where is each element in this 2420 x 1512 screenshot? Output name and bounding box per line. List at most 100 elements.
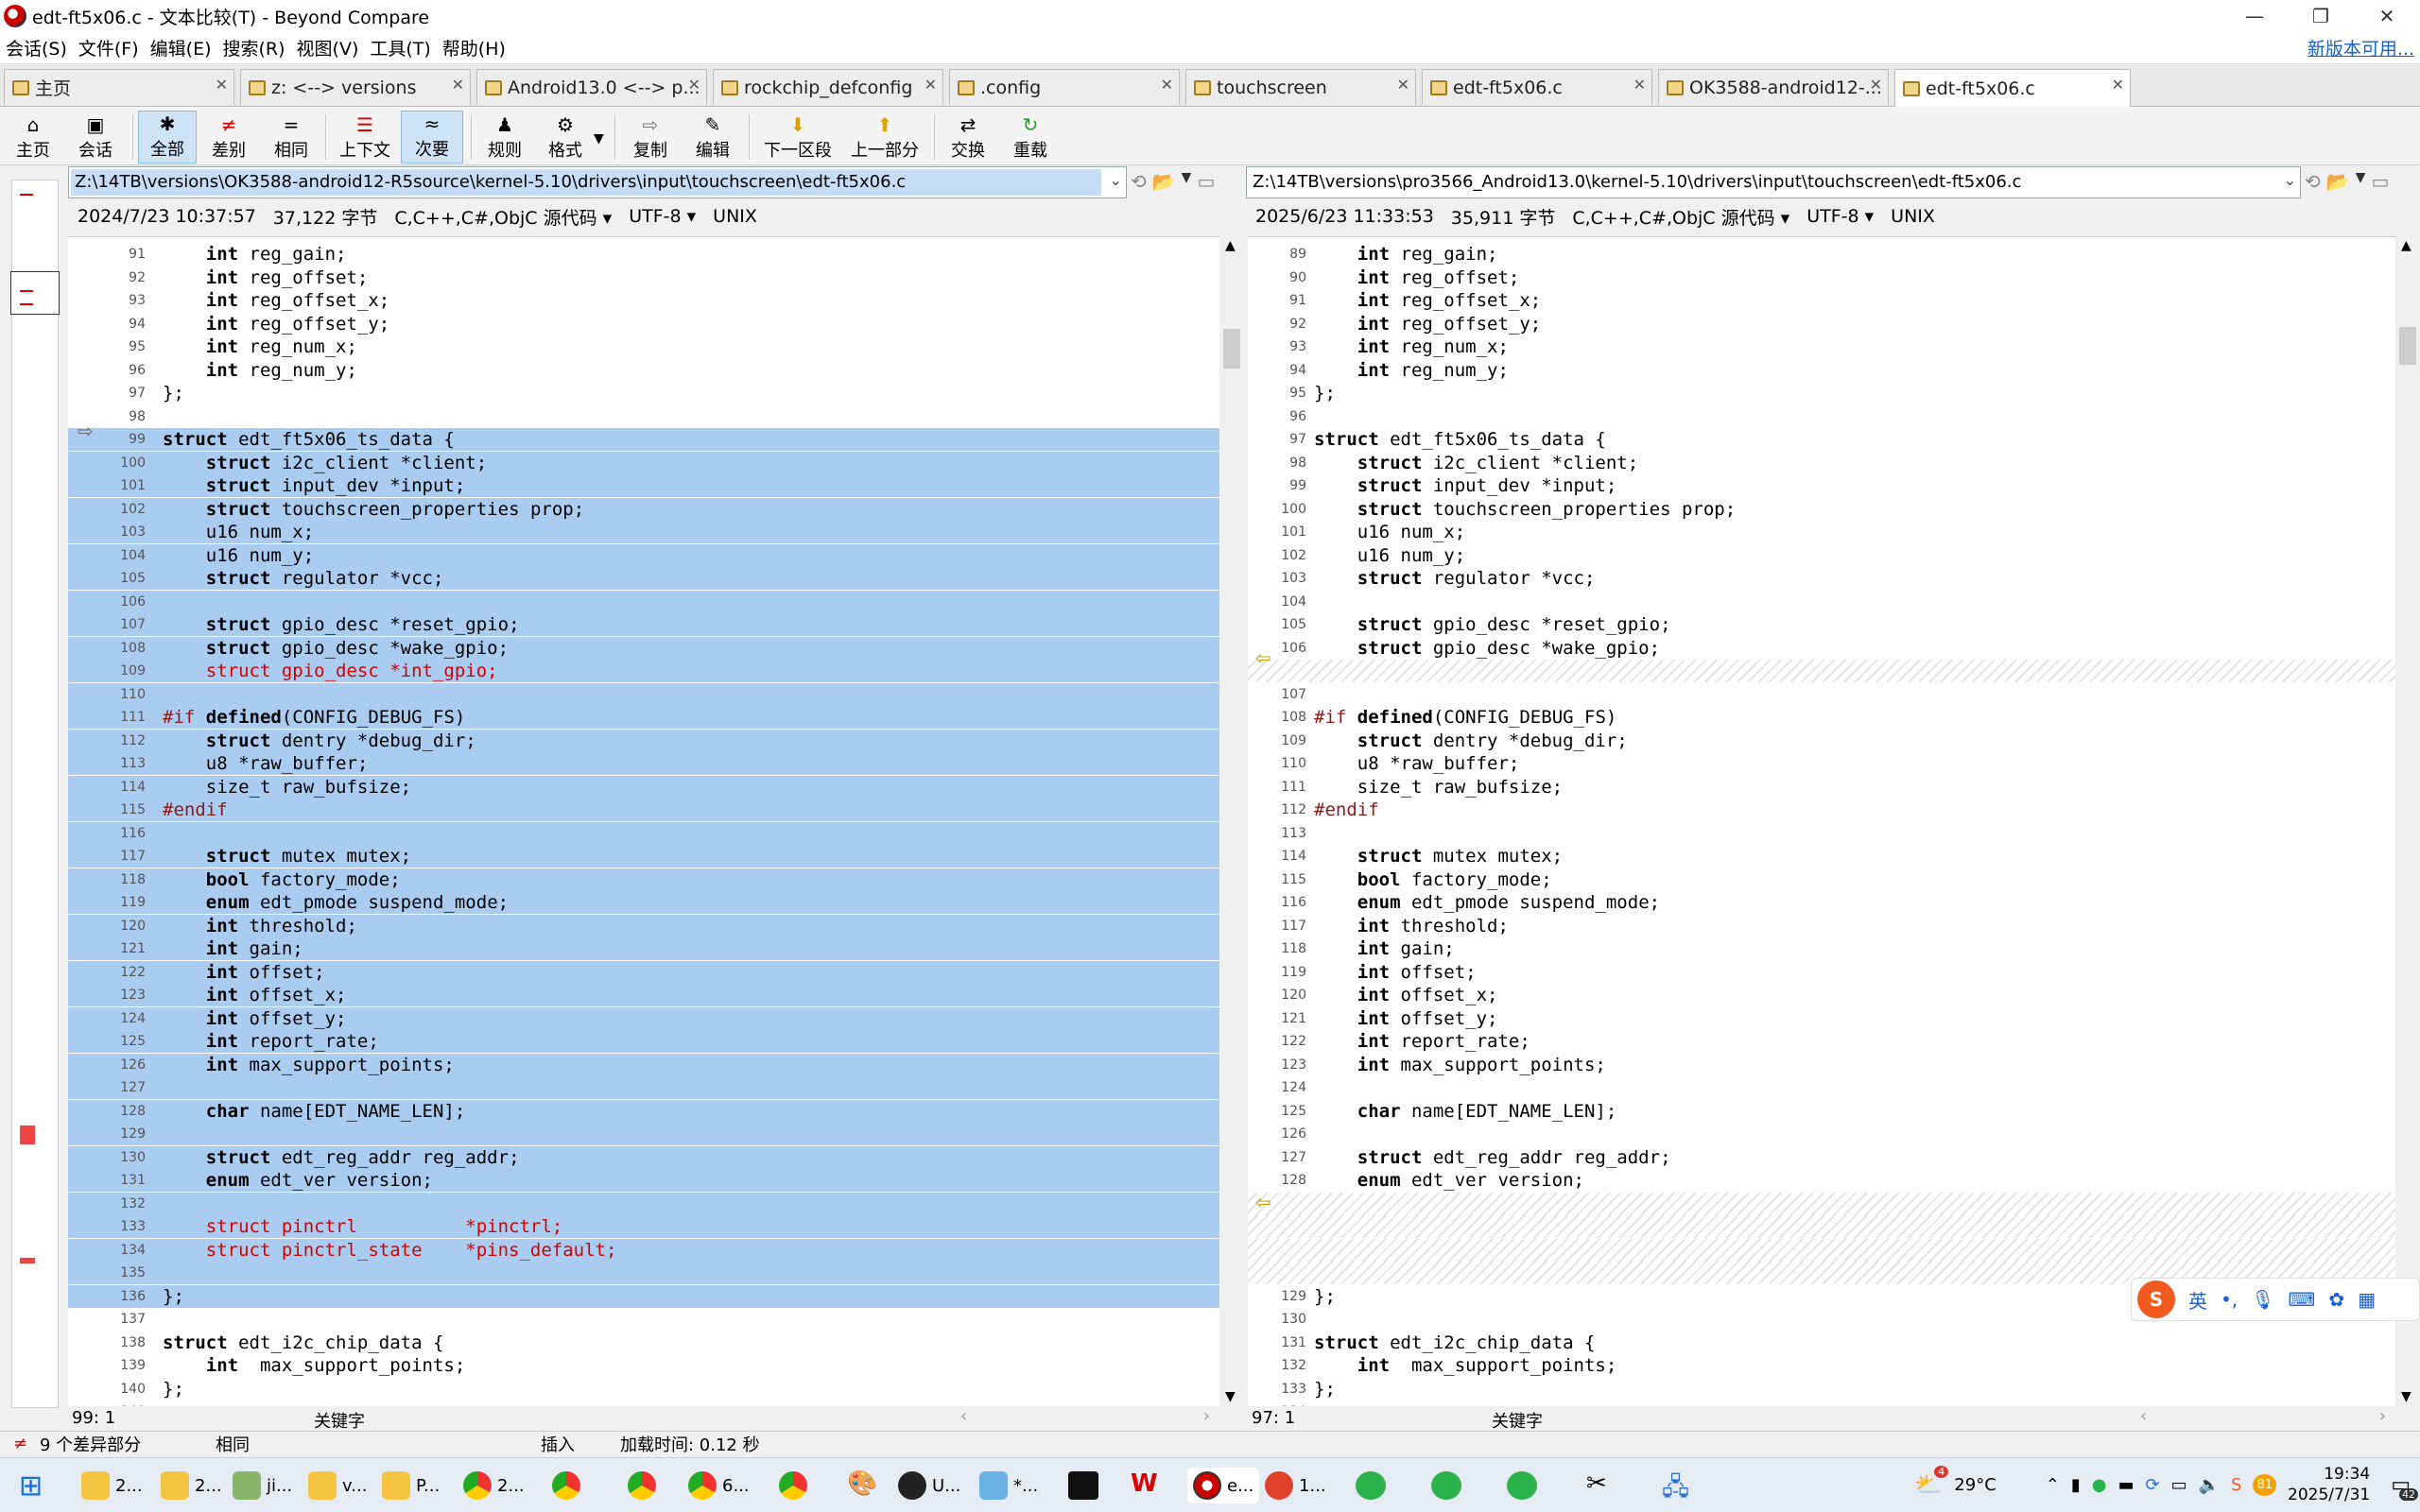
right-code-line[interactable]: 133}; — [1248, 1378, 2395, 1400]
tab-close-icon[interactable]: ✕ — [2112, 76, 2124, 94]
right-code-line[interactable]: 132 int max_support_points; — [1248, 1354, 2395, 1377]
right-encoding-select[interactable]: UTF-8 ▾ — [1806, 206, 1874, 227]
terminal-icon[interactable] — [1068, 1471, 1098, 1500]
task-folder-1[interactable]: 2... — [81, 1468, 143, 1503]
ime-apps-icon[interactable]: ▦ — [2358, 1288, 2376, 1311]
left-code-line[interactable]: 133 struct pinctrl *pinctrl; — [68, 1215, 1219, 1238]
task-chrome-6[interactable]: 6... — [688, 1468, 750, 1503]
left-code-line[interactable]: 139 int max_support_points; — [68, 1354, 1219, 1377]
right-format-select[interactable]: C,C++,C#,ObjC 源代码 ▾ — [1572, 204, 1789, 230]
left-code-line[interactable]: 118 bool factory_mode; — [68, 868, 1219, 891]
menu-edit[interactable]: 编辑(E) — [145, 35, 217, 60]
right-code-line[interactable]: 109 struct dentry *debug_dir; — [1248, 730, 2395, 752]
right-code-line[interactable]: 124 — [1248, 1076, 2395, 1099]
left-code-line[interactable]: 135 — [68, 1262, 1219, 1284]
weather-temp[interactable]: 29°C — [1954, 1475, 1996, 1495]
copy-to-left-arrow-icon[interactable]: ⇦ — [1255, 646, 1271, 669]
left-code-line[interactable]: 129 — [68, 1123, 1219, 1145]
left-open-folder-icon[interactable]: 📂 — [1152, 170, 1176, 193]
left-code-line[interactable]: 95 int reg_num_x; — [68, 335, 1219, 358]
tab-close-icon[interactable]: ✕ — [688, 76, 700, 94]
wechat-icon[interactable] — [1431, 1471, 1461, 1500]
close-button[interactable]: ✕ — [2354, 0, 2420, 32]
right-code-line[interactable]: 111 size_t raw_bufsize; — [1248, 776, 2395, 799]
task-notepad[interactable]: *... — [979, 1468, 1038, 1503]
left-path-field[interactable]: Z:\14TB\versions\OK3588-android12-R5sour… — [68, 166, 1127, 198]
right-history-icon[interactable]: ⟲ — [2305, 170, 2321, 193]
tray-security-badge[interactable]: 81 — [2253, 1473, 2277, 1496]
right-code-line[interactable] — [1248, 1192, 2395, 1215]
left-code-line[interactable]: 94 int reg_offset_y; — [68, 313, 1219, 335]
paint-icon[interactable]: 🎨 — [847, 1469, 877, 1498]
task-ji[interactable]: ji... — [233, 1468, 292, 1503]
right-code-line[interactable]: 103 struct regulator *vcc; — [1248, 567, 2395, 590]
left-code-line[interactable]: 126 int max_support_points; — [68, 1053, 1219, 1076]
next-section-button[interactable]: ⬇ 下一区段 — [756, 111, 839, 163]
right-code-line[interactable]: 95}; — [1248, 382, 2395, 404]
tab-ok3588[interactable]: OK3588-android12-... ✕ — [1658, 69, 1889, 105]
left-code-line[interactable]: 140}; — [68, 1378, 1219, 1400]
tab-home[interactable]: 主页 ✕ — [4, 69, 234, 105]
right-code-line[interactable]: 121 int offset_y; — [1248, 1007, 2395, 1030]
swap-button[interactable]: ⇄ 交换 — [942, 111, 994, 163]
left-code-line[interactable]: 119 enum edt_pmode suspend_mode; — [68, 891, 1219, 914]
copy-to-left-arrow-icon-2[interactable]: ⇦ — [1255, 1191, 1271, 1213]
left-code-line[interactable]: 131 enum edt_ver version; — [68, 1169, 1219, 1192]
right-code-line[interactable]: 118 int gain; — [1248, 937, 2395, 960]
left-code-line[interactable]: 100 struct i2c_client *client; — [68, 451, 1219, 474]
right-code-line[interactable]: 93 int reg_num_x; — [1248, 335, 2395, 358]
right-code-line[interactable]: 114 struct mutex mutex; — [1248, 845, 2395, 868]
right-code-line[interactable]: 91 int reg_offset_x; — [1248, 289, 2395, 312]
left-code-line[interactable]: 104 u16 num_y; — [68, 543, 1219, 567]
show-all-button[interactable]: ✱ 全部 — [138, 111, 197, 163]
right-code-line[interactable]: 122 int report_rate; — [1248, 1030, 2395, 1053]
network-tool-icon[interactable]: 🖧 — [1662, 1469, 1689, 1511]
left-code-line[interactable]: 122 int offset; — [68, 960, 1219, 984]
format-button[interactable]: ⚙ 格式 — [539, 111, 592, 163]
new-version-link[interactable]: 新版本可用... — [2308, 35, 2414, 60]
right-hscroll-left-icon[interactable]: ‹ — [2140, 1406, 2147, 1426]
tab-versions[interactable]: z: <--> versions ✕ — [240, 69, 471, 105]
left-code-line[interactable]: 107 struct gpio_desc *reset_gpio; — [68, 613, 1219, 636]
task-app-1[interactable]: 1... — [1265, 1468, 1326, 1503]
menu-session[interactable]: 会话(S) — [0, 35, 73, 60]
right-code-line[interactable]: 128 enum edt_ver version; — [1248, 1169, 2395, 1192]
left-code-line[interactable]: 99 struct edt_ft5x06_ts_data { — [68, 428, 1219, 451]
left-code-line[interactable]: 110 — [68, 682, 1219, 706]
left-code-line[interactable]: 91 int reg_gain; — [68, 243, 1219, 266]
right-code-line[interactable]: 113 — [1248, 822, 2395, 845]
left-code-line[interactable]: 97}; — [68, 382, 1219, 404]
right-code-line[interactable]: 90 int reg_offset; — [1248, 266, 2395, 289]
tray-battery-icon[interactable]: ▬ — [2118, 1475, 2135, 1495]
tab-edt-ft5x06-active[interactable]: edt-ft5x06.c ✕ — [1894, 69, 2131, 107]
left-path-dropdown-icon[interactable]: ⌄ — [1110, 171, 1122, 189]
tab-close-icon[interactable]: ✕ — [1870, 76, 1882, 94]
tray-volume-icon[interactable]: 🔈 — [2199, 1475, 2220, 1495]
start-icon[interactable]: ⊞ — [19, 1469, 43, 1503]
left-encoding-select[interactable]: UTF-8 ▾ — [629, 206, 696, 227]
right-save-icon[interactable]: ▭ — [2371, 170, 2389, 193]
left-code-line[interactable]: 132 — [68, 1192, 1219, 1215]
menu-tools[interactable]: 工具(T) — [364, 35, 436, 60]
left-open-dropdown-icon[interactable]: ▼ — [1182, 170, 1192, 193]
left-code-pane[interactable]: 91 int reg_gain; 92 int reg_offset; 93 int… — [68, 236, 1219, 1408]
right-code-line[interactable]: 102 u16 num_y; — [1248, 544, 2395, 567]
tray-expand-icon[interactable]: ⌃ — [2046, 1475, 2060, 1495]
task-folder-v[interactable]: v... — [308, 1468, 367, 1503]
left-code-line[interactable]: 112 struct dentry *debug_dir; — [68, 729, 1219, 752]
left-code-line[interactable]: 121 int gain; — [68, 937, 1219, 960]
right-code-line[interactable] — [1248, 1215, 2395, 1238]
wechat-icon[interactable] — [1356, 1471, 1386, 1500]
wps-icon[interactable]: W — [1131, 1469, 1158, 1498]
ime-keyboard-icon[interactable]: ⌨ — [2289, 1288, 2316, 1311]
diff-overview-gutter[interactable] — [0, 166, 68, 1408]
tab-touchscreen[interactable]: touchscreen ✕ — [1185, 69, 1416, 105]
chrome-icon[interactable] — [779, 1471, 807, 1500]
menu-search[interactable]: 搜索(R) — [217, 35, 291, 60]
left-vertical-scrollbar[interactable]: ▲ ▼ — [1219, 236, 1244, 1408]
right-code-line[interactable]: 131 struct edt_i2c_chip_data { — [1248, 1332, 2395, 1354]
weather-icon[interactable]: ⛅ 4 — [1914, 1466, 1949, 1498]
right-code-line[interactable]: 104 — [1248, 591, 2395, 613]
task-chrome-1[interactable]: 2... — [463, 1468, 525, 1503]
left-code-line[interactable]: 116 — [68, 821, 1219, 845]
